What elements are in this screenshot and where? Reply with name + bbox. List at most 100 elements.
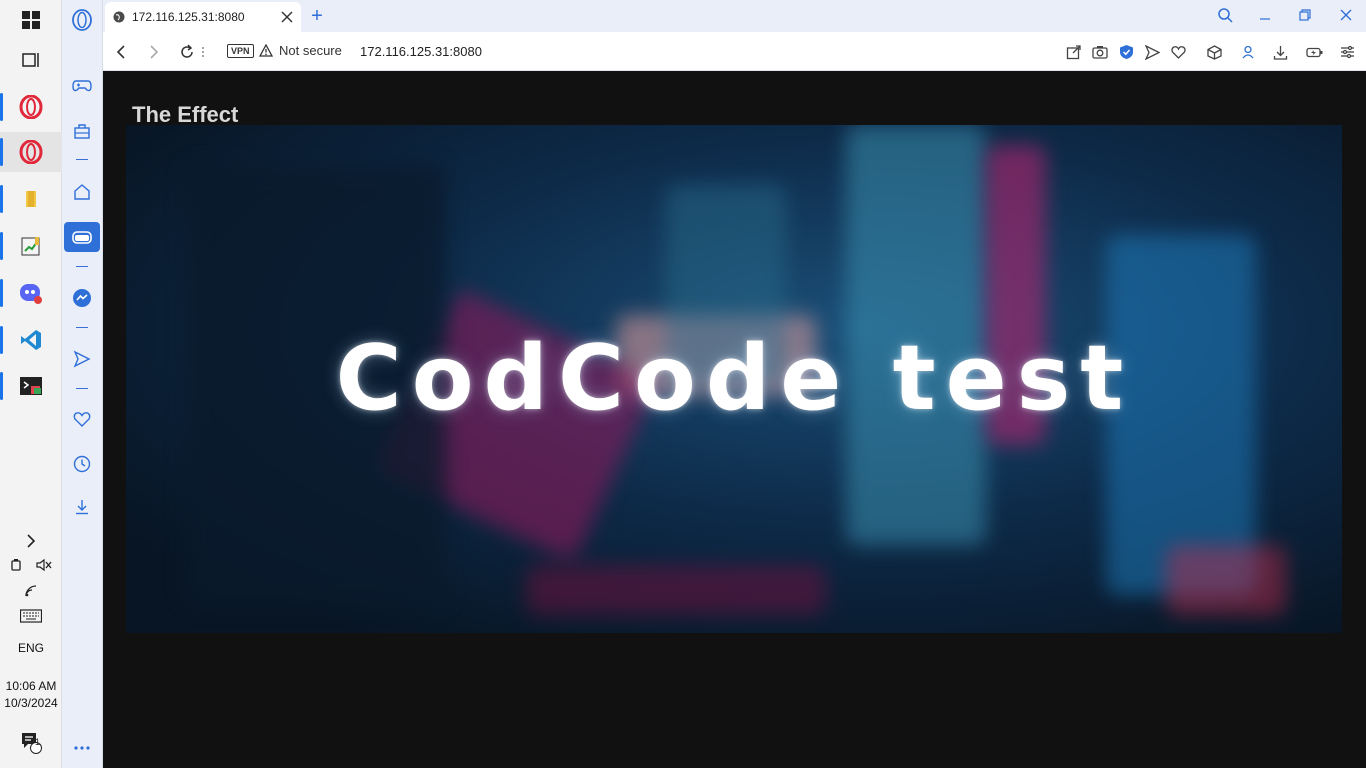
sidebar-vr-button[interactable]: [64, 222, 100, 252]
windows-taskbar: ENG 10:06 AM 10/3/2024 1: [0, 0, 62, 768]
cube-icon: [1206, 44, 1222, 60]
task-view-button[interactable]: [0, 40, 62, 80]
battery-saver-button[interactable]: [1303, 41, 1325, 63]
discord-icon: [20, 284, 42, 304]
extensions-button[interactable]: [1203, 41, 1225, 63]
download-icon: [76, 500, 88, 515]
hero-neon-sign: [526, 565, 826, 615]
sidebar-messenger-button[interactable]: [64, 283, 100, 313]
minimize-icon: [1260, 18, 1270, 20]
active-tab[interactable]: 172.116.125.31:8080: [105, 2, 301, 32]
address-bar: VPN Not secure 172.116.125.31:8080: [103, 32, 1366, 71]
gamepad-icon: [72, 80, 92, 92]
globe-icon: [113, 11, 125, 23]
sidebar-history-button[interactable]: [64, 449, 100, 479]
history-clock-icon: [73, 455, 91, 473]
notification-center-button[interactable]: 1: [0, 724, 62, 760]
close-tab-icon[interactable]: [281, 11, 293, 23]
add-to-pinboard-button[interactable]: [1167, 41, 1189, 63]
forward-button[interactable]: [142, 40, 166, 64]
search-tabs-button[interactable]: [1208, 2, 1242, 28]
search-icon: [1217, 7, 1233, 23]
send-to-flow-button[interactable]: [1141, 41, 1163, 63]
start-button[interactable]: [0, 0, 62, 40]
taskbar-opera[interactable]: [0, 132, 62, 172]
sidebar-separator: [76, 327, 88, 328]
camera-icon: [1092, 46, 1108, 59]
home-icon: [74, 184, 90, 200]
sidebar-separator: [76, 388, 88, 389]
notification-count-badge: 1: [35, 737, 41, 747]
arrow-right-icon: [150, 45, 159, 59]
sidebar-shopping-button[interactable]: [64, 116, 100, 146]
share-icon: [1066, 45, 1081, 60]
messenger-icon: [73, 289, 91, 307]
camera-icon: [11, 559, 21, 571]
chevron-right-icon: [27, 534, 36, 548]
settings-sliders-icon: [1340, 45, 1354, 59]
sidebar-downloads-button[interactable]: [64, 492, 100, 522]
hero-title: CodCode test: [335, 326, 1134, 431]
vpn-badge[interactable]: VPN: [227, 44, 254, 58]
sidebar-pinboard-button[interactable]: [64, 404, 100, 434]
heart-icon: [73, 412, 91, 427]
taskbar-file-explorer[interactable]: [0, 179, 62, 219]
wifi-icon: [25, 585, 37, 597]
close-icon: [1340, 9, 1352, 21]
windows-logo-icon: [22, 11, 40, 29]
share-button[interactable]: [1063, 41, 1085, 63]
heart-icon: [1170, 46, 1186, 59]
back-button[interactable]: [109, 40, 133, 64]
sidebar-send-button[interactable]: [64, 344, 100, 374]
taskbar-discord[interactable]: [0, 273, 62, 313]
volume-muted-icon: [36, 558, 52, 572]
clock-date[interactable]: 10/3/2024: [0, 696, 62, 710]
downloads-button[interactable]: [1269, 41, 1291, 63]
sidebar-home-button[interactable]: [64, 177, 100, 207]
more-dots-icon: [74, 746, 90, 750]
opera-menu-button[interactable]: [64, 5, 100, 35]
snapshot-button[interactable]: [1089, 41, 1111, 63]
sidebar-separator: [76, 266, 88, 267]
profile-button[interactable]: [1237, 41, 1259, 63]
reload-button[interactable]: [175, 40, 199, 64]
reload-icon: [181, 44, 193, 58]
new-tab-button[interactable]: +: [305, 4, 329, 28]
easy-setup-button[interactable]: [1336, 41, 1358, 63]
taskbar-notepad[interactable]: [0, 226, 62, 266]
warning-triangle-icon: [259, 44, 273, 57]
vscode-icon: [21, 330, 41, 350]
sidebar-separator: [76, 159, 88, 160]
taskbar-opera-gx[interactable]: [0, 87, 62, 127]
opera-sidebar: [62, 0, 103, 768]
close-window-button[interactable]: [1329, 2, 1363, 28]
hero-neon-sign: [1166, 545, 1286, 615]
vr-headset-icon: [72, 231, 92, 244]
battery-icon: [1305, 47, 1322, 57]
sidebar-games-button[interactable]: [64, 71, 100, 101]
taskbar-vscode[interactable]: [0, 320, 62, 360]
shield-check-icon: [1119, 45, 1133, 59]
site-security-indicator[interactable]: Not secure: [259, 43, 342, 58]
tab-bar: 172.116.125.31:8080 +: [103, 0, 1366, 32]
touch-keyboard-button[interactable]: [0, 598, 62, 634]
opera-icon: [19, 140, 43, 164]
url-field[interactable]: 172.116.125.31:8080: [360, 44, 482, 59]
keyboard-icon: [20, 609, 42, 623]
ad-blocker-button[interactable]: [1115, 41, 1137, 63]
not-secure-label: Not secure: [279, 43, 342, 58]
language-indicator[interactable]: ENG: [0, 641, 62, 655]
minimize-button[interactable]: [1248, 2, 1282, 28]
arrow-left-icon: [116, 45, 125, 59]
taskbar-terminal[interactable]: [0, 366, 62, 406]
download-icon: [1273, 45, 1287, 60]
restore-button[interactable]: [1288, 2, 1322, 28]
web-page: The Effect CodCode test: [103, 71, 1366, 768]
notepad-icon: [21, 237, 40, 256]
opera-logo-icon: [72, 9, 92, 31]
tab-title: 172.116.125.31:8080: [132, 10, 245, 24]
address-menu-dots[interactable]: [199, 40, 207, 64]
clock-time[interactable]: 10:06 AM: [0, 679, 62, 693]
folder-icon: [26, 191, 36, 207]
sidebar-more-button[interactable]: [64, 733, 100, 763]
